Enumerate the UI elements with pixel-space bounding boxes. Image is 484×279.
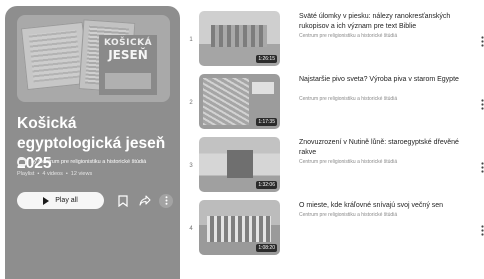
- video-title[interactable]: Najstaršie pivo sveta? Výroba piva v sta…: [299, 75, 467, 85]
- duration-badge: 1:08:20: [256, 244, 277, 252]
- video-row[interactable]: 4 1:08:20 O mieste, kde kráľovné snívajú…: [185, 198, 484, 261]
- channel-avatar[interactable]: [17, 157, 27, 167]
- playlist-actions: Play all: [17, 192, 173, 209]
- group-photo-image: [207, 216, 271, 242]
- duration-badge: 1:26:15: [256, 55, 277, 63]
- temple-image: [211, 25, 267, 47]
- caption-block: [252, 82, 274, 94]
- video-thumbnail[interactable]: 1:08:20: [199, 200, 280, 255]
- playlist-cover-image[interactable]: KOŠICKÁ JESEŇ: [17, 15, 170, 102]
- video-row[interactable]: 2 1:17:35 Najstaršie pivo sveta? Výroba …: [185, 72, 484, 135]
- duration-badge: 1:17:35: [256, 118, 277, 126]
- coffin-image: [227, 150, 253, 178]
- separator: •: [65, 171, 68, 177]
- owner-name[interactable]: by Centrum pre religionistiku a historic…: [31, 159, 146, 165]
- duration-badge: 1:32:06: [256, 181, 277, 189]
- video-row[interactable]: 3 1:32:06 Znovuzrození v Nutině lůně: st…: [185, 135, 484, 198]
- video-channel[interactable]: Centrum pre religionistiku a historické …: [299, 212, 397, 218]
- poster-title: JESEŇ: [108, 48, 148, 62]
- video-index: 4: [189, 226, 193, 232]
- video-channel[interactable]: Centrum pre religionistiku a historické …: [299, 159, 397, 165]
- video-title[interactable]: Znovuzrození v Nutině lůně: staroegyptsk…: [299, 138, 467, 158]
- bookmark-icon[interactable]: [115, 193, 131, 209]
- video-channel[interactable]: Centrum pre religionistiku a historické …: [299, 96, 397, 102]
- play-icon: [43, 196, 50, 205]
- views-count: 12 views: [70, 171, 93, 177]
- video-title[interactable]: Sväté úlomky v piesku: nálezy ranokresťa…: [299, 12, 467, 32]
- play-all-button[interactable]: Play all: [17, 192, 104, 209]
- playlist-header: KOŠICKÁ JESEŇ Košická egyptologická jese…: [5, 6, 180, 279]
- more-vert-icon[interactable]: [159, 193, 173, 208]
- playlist-type: Playlist: [17, 171, 35, 177]
- share-icon[interactable]: [137, 193, 153, 209]
- playlist-video-list: 1 1:26:15 Sväté úlomky v piesku: nálezy …: [185, 9, 484, 261]
- video-index: 3: [189, 163, 193, 169]
- video-thumbnail[interactable]: 1:17:35: [199, 74, 280, 129]
- video-thumbnail[interactable]: 1:26:15: [199, 11, 280, 66]
- poster-text-block: [105, 73, 151, 89]
- playlist-owner[interactable]: by Centrum pre religionistiku a historic…: [17, 157, 146, 167]
- separator: •: [37, 171, 40, 177]
- video-thumbnail[interactable]: 1:32:06: [199, 137, 280, 192]
- video-title[interactable]: O mieste, kde kráľovné snívajú svoj večn…: [299, 201, 467, 211]
- video-index: 2: [189, 100, 193, 106]
- playlist-meta: Playlist • 4 videos • 12 views: [17, 171, 92, 177]
- video-index: 1: [189, 37, 193, 43]
- play-all-label: Play all: [55, 197, 78, 204]
- egyptian-drawing-image: [203, 78, 249, 125]
- video-channel[interactable]: Centrum pre religionistiku a historické …: [299, 33, 397, 39]
- event-poster: KOŠICKÁ JESEŇ: [99, 35, 157, 95]
- poster-title: KOŠICKÁ: [103, 38, 153, 48]
- video-row[interactable]: 1 1:26:15 Sväté úlomky v piesku: nálezy …: [185, 9, 484, 72]
- videos-count: 4 videos: [42, 171, 63, 177]
